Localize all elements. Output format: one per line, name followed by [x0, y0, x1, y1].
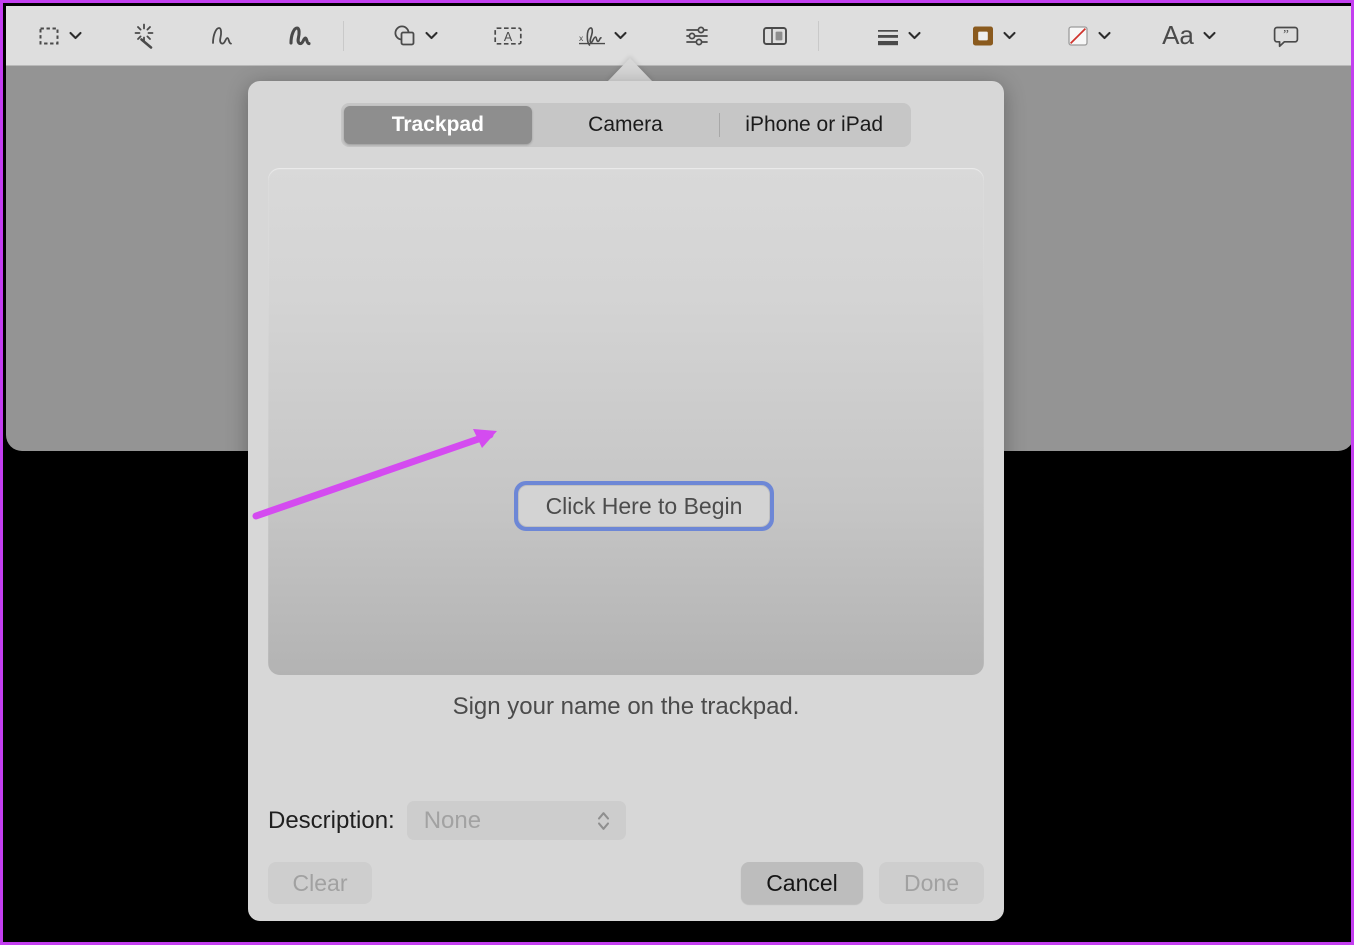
svg-text:”: ”: [1283, 26, 1289, 41]
sliders-icon: [680, 19, 714, 53]
shapes-tool-button[interactable]: [388, 14, 439, 58]
fill-color-none-icon: [1061, 19, 1095, 53]
draw-squiggle-icon: [283, 19, 317, 53]
selection-tool-button[interactable]: [32, 14, 83, 58]
chevron-down-icon[interactable]: [1096, 19, 1112, 53]
chevron-up-down-icon[interactable]: [595, 808, 612, 834]
sketch-squiggle-icon: [205, 19, 239, 53]
line-thickness-icon: [871, 19, 905, 53]
signature-tool-button[interactable]: x: [577, 14, 628, 58]
tab-trackpad[interactable]: Trackpad: [344, 106, 532, 144]
svg-text:x: x: [579, 33, 584, 43]
magic-wand-icon: [127, 19, 161, 53]
svg-text:A: A: [504, 30, 513, 44]
signature-icon: x: [577, 19, 611, 53]
panel-layout-icon: [758, 19, 792, 53]
markup-toolbar: A x Aa ”: [6, 6, 1351, 66]
shape-style-tool-button[interactable]: [871, 14, 922, 58]
description-select[interactable]: None: [406, 801, 626, 840]
adjust-size-tool-button[interactable]: [758, 14, 792, 58]
chevron-down-icon[interactable]: [1201, 19, 1217, 53]
trackpad-hint-text: Sign your name on the trackpad.: [452, 693, 800, 720]
done-button[interactable]: Done: [879, 862, 984, 904]
adjust-color-tool-button[interactable]: [680, 14, 714, 58]
tab-camera-label: Camera: [588, 113, 663, 136]
draw-tool-button[interactable]: [283, 14, 317, 58]
text-style-tool-button[interactable]: Aa: [1156, 14, 1217, 58]
dashed-rectangle-selection-icon: [32, 19, 66, 53]
chevron-down-icon[interactable]: [1001, 19, 1017, 53]
annotate-tool-button[interactable]: ”: [1269, 14, 1303, 58]
tab-camera[interactable]: Camera: [532, 106, 720, 144]
sketch-tool-button[interactable]: [205, 14, 239, 58]
signature-source-segmented-control[interactable]: Trackpad Camera iPhone or iPad: [341, 103, 911, 147]
chevron-down-icon[interactable]: [423, 19, 439, 53]
screenshot-frame: A x Aa ” Trackpad Camera iPhone or iPad …: [0, 0, 1354, 945]
border-color-tool-button[interactable]: [966, 14, 1017, 58]
comment-bubble-icon: ”: [1269, 19, 1303, 53]
description-label: Description:: [268, 806, 395, 834]
tab-iphone-or-ipad[interactable]: iPhone or iPad: [720, 106, 908, 144]
chevron-down-icon[interactable]: [906, 19, 922, 53]
trackpad-signing-surface[interactable]: Click Here to Begin: [268, 168, 984, 675]
border-color-swatch-icon: [966, 19, 1000, 53]
text-tool-button[interactable]: A: [491, 14, 525, 58]
description-selected-value: None: [423, 806, 482, 834]
begin-button-focus-ring: Click Here to Begin: [514, 481, 774, 531]
cancel-button[interactable]: Cancel: [741, 862, 863, 904]
clear-button[interactable]: Clear: [268, 862, 372, 904]
fill-color-tool-button[interactable]: [1061, 14, 1112, 58]
toolbar-divider: [818, 20, 819, 51]
text-box-icon: A: [491, 19, 525, 53]
signature-capture-popover: Trackpad Camera iPhone or iPad Click Her…: [248, 81, 1004, 921]
popover-pointer: [607, 58, 653, 82]
tab-iphone-or-ipad-label: iPhone or iPad: [745, 113, 884, 136]
shapes-icon: [388, 19, 422, 53]
chevron-down-icon[interactable]: [67, 19, 83, 53]
chevron-down-icon[interactable]: [612, 19, 628, 53]
font-aa-icon: Aa: [1162, 20, 1194, 50]
click-here-to-begin-button[interactable]: Click Here to Begin: [518, 485, 770, 527]
instant-alpha-tool-button[interactable]: [127, 14, 161, 58]
description-row: Description: None: [268, 801, 626, 840]
toolbar-divider: [343, 20, 344, 51]
tab-trackpad-label: Trackpad: [391, 113, 484, 136]
